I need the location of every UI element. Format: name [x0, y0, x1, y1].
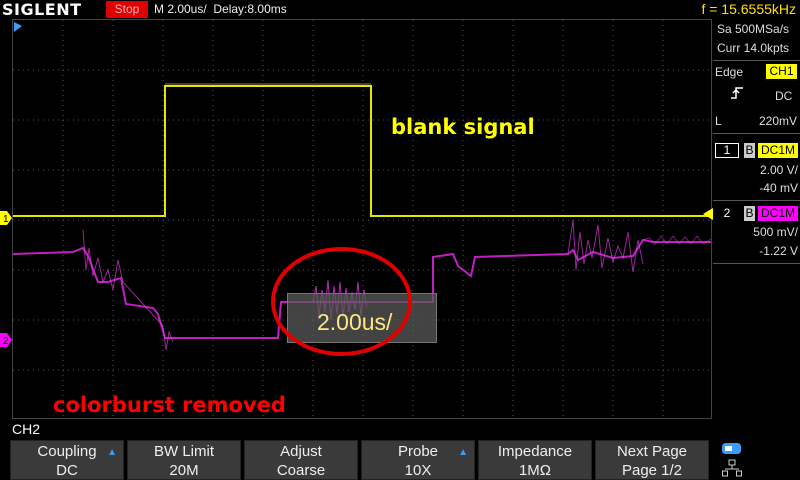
coupling-value: DC: [56, 462, 78, 479]
trigger-coupling: DC: [775, 89, 793, 103]
arrow-up-icon: ▲: [107, 447, 117, 458]
colorburst-annotation: colorburst removed: [53, 393, 286, 417]
timebase-value: M 2.00us/: [154, 2, 207, 16]
impedance-label: Impedance: [497, 443, 573, 460]
divider: [713, 133, 800, 134]
divider: [713, 200, 800, 201]
ch2-marker-label: 2: [3, 336, 9, 347]
memory-depth: Curr 14.0kpts: [717, 41, 790, 55]
trigger-position-marker[interactable]: [14, 22, 22, 32]
graticule: [13, 20, 711, 418]
ch2-offset: -1.22 V: [759, 244, 798, 258]
softkey-menu: Coupling DC ▲ BW Limit 20M Adjust Coarse…: [10, 440, 800, 480]
trigger-level-label: L: [715, 114, 722, 128]
probe-value: 10X: [404, 462, 432, 479]
trigger-level-marker[interactable]: [703, 208, 713, 220]
frequency-readout: f = 15.6555kHz: [701, 1, 796, 17]
divider: [713, 263, 800, 264]
adjust-button[interactable]: Adjust Coarse: [244, 440, 358, 480]
ch1-marker-label: 1: [3, 214, 9, 225]
waveform-display[interactable]: [12, 19, 712, 419]
bw-limit-label: BW Limit: [154, 443, 214, 460]
coupling-button[interactable]: Coupling DC ▲: [10, 440, 124, 480]
adjust-value: Coarse: [276, 462, 326, 479]
run-stop-indicator[interactable]: Stop: [106, 1, 148, 18]
ch2-scale: 500 mV/: [753, 225, 798, 239]
trigger-level-value: 220mV: [759, 114, 798, 128]
ch2-bw-limit-icon: B: [744, 206, 755, 221]
delay-value: Delay:8.00ms: [213, 2, 287, 16]
status-bar: SIGLENT Stop M 2.00us/ Delay:8.00ms f = …: [0, 0, 800, 19]
sample-rate: Sa 500MSa/s: [717, 22, 790, 36]
adjust-label: Adjust: [280, 443, 322, 460]
network-icon: [722, 459, 742, 477]
impedance-value: 1MΩ: [518, 462, 552, 479]
waveform-grid: [13, 20, 711, 418]
brand-logo: SIGLENT: [2, 0, 82, 19]
rising-edge-icon: [731, 87, 743, 99]
ch2-coupling-badge: DC1M: [758, 206, 798, 221]
ch1-offset-marker[interactable]: 1: [0, 211, 13, 225]
timebase-readout[interactable]: M 2.00us/ Delay:8.00ms: [154, 0, 287, 19]
system-status-icons: [718, 440, 800, 480]
arrow-up-icon: ▲: [458, 447, 468, 458]
next-page-value: Page 1/2: [621, 462, 683, 479]
probe-button[interactable]: Probe 10X ▲: [361, 440, 475, 480]
trigger-source-badge: CH1: [766, 64, 797, 79]
blank-signal-annotation: blank signal: [391, 115, 535, 139]
trigger-type: Edge: [715, 65, 744, 79]
highlight-circle: [271, 247, 412, 356]
ch1-coupling-badge: DC1M: [758, 143, 798, 158]
ch2-offset-marker[interactable]: 2: [0, 333, 13, 347]
info-panel: Sa 500MSa/s Curr 14.0kpts Edge CH1 DC L …: [713, 19, 800, 419]
ch2-number: 2: [723, 206, 731, 220]
next-page-button[interactable]: Next Page Page 1/2: [595, 440, 709, 480]
next-page-label: Next Page: [616, 443, 688, 460]
impedance-button[interactable]: Impedance 1MΩ: [478, 440, 592, 480]
menu-channel-label: CH2: [12, 421, 41, 437]
ch1-bw-limit-icon: B: [744, 143, 755, 158]
ch1-scale: 2.00 V/: [759, 163, 798, 177]
ch1-offset: -40 mV: [759, 181, 798, 195]
divider: [713, 60, 800, 61]
ch1-number: 1: [715, 143, 739, 158]
bw-limit-value: 20M: [169, 462, 199, 479]
usb-toggle-icon: [722, 443, 741, 454]
bw-limit-button[interactable]: BW Limit 20M: [127, 440, 241, 480]
